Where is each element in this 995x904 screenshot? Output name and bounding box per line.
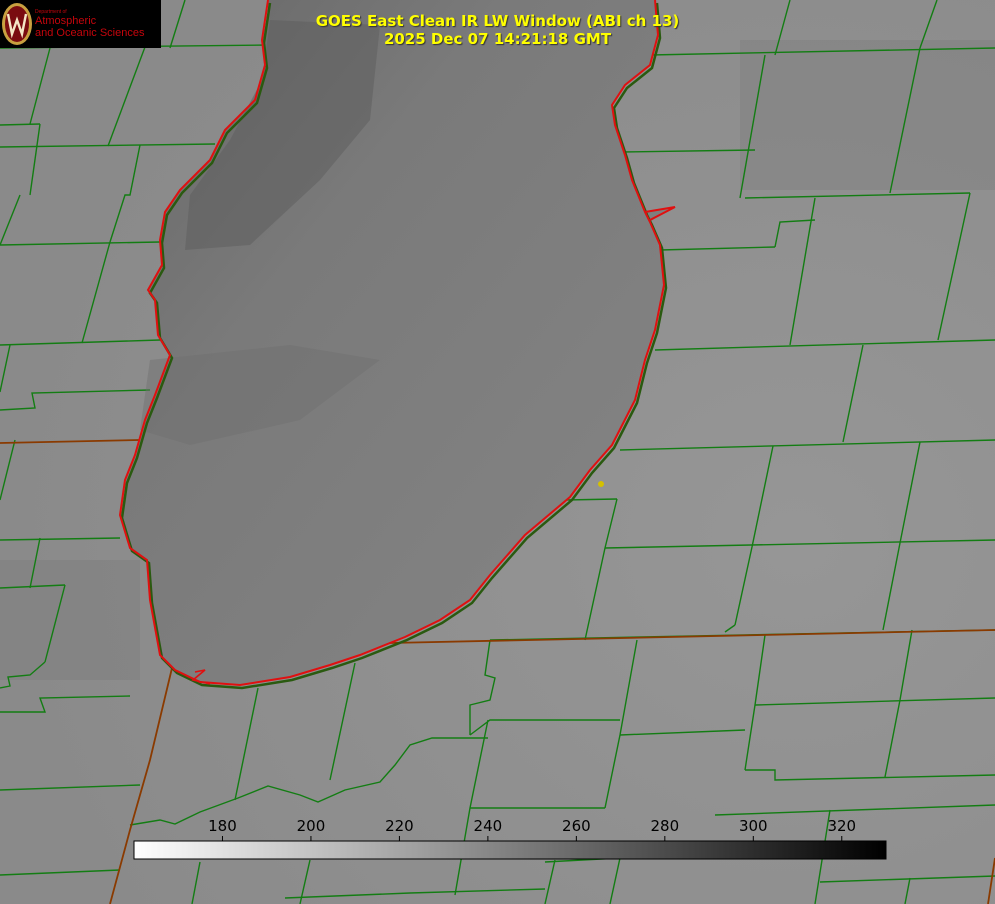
colorbar-tick-label: 220: [385, 817, 414, 835]
colorbar-gradient: [133, 840, 887, 860]
dot-marker-icon: [598, 481, 604, 487]
cloud-streak: [740, 40, 995, 190]
cloud-streak: [0, 560, 140, 680]
colorbar-tick-label: 200: [297, 817, 326, 835]
colorbar-tick-label: 180: [208, 817, 237, 835]
product-timestamp: 2025 Dec 07 14:21:18 GMT: [383, 30, 612, 48]
colorbar-tick-label: 260: [562, 817, 591, 835]
colorbar-tick-label: 240: [474, 817, 503, 835]
product-title: GOES East Clean IR LW Window (ABI ch 13): [315, 12, 680, 30]
colorbar-tick-label: 320: [827, 817, 856, 835]
satellite-map: 180 200 220 240 260 280 300 320: [0, 0, 995, 904]
colorbar-tick-label: 280: [651, 817, 680, 835]
colorbar-tick-label: 300: [739, 817, 768, 835]
